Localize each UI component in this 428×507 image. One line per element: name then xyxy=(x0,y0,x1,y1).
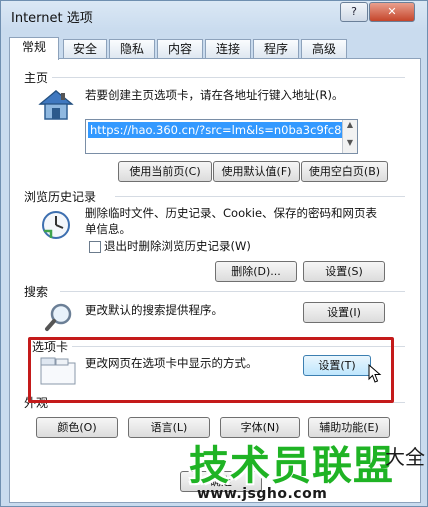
delete-on-exit-label: 退出时删除浏览历史记录(W) xyxy=(104,239,251,253)
search-divider xyxy=(60,291,405,292)
watermark-suffix: 大全 xyxy=(385,445,425,469)
window-title: Internet 选项 xyxy=(11,11,93,26)
home-section-title: 主页 xyxy=(24,69,53,86)
close-button[interactable]: ✕ xyxy=(369,2,415,22)
magnifier-icon xyxy=(45,303,72,331)
watermark-brand: 技术员联盟 xyxy=(189,443,394,489)
house-icon xyxy=(38,90,74,120)
tab-content[interactable]: 内容 xyxy=(157,39,203,59)
history-divider xyxy=(115,196,405,197)
internet-options-dialog: Internet 选项 ? ✕ 常规 安全 隐私 内容 连接 程序 高级 主页 … xyxy=(0,0,428,507)
title-bar: Internet 选项 ? ✕ xyxy=(1,1,427,31)
history-settings-button[interactable]: 设置(S) xyxy=(303,261,385,282)
delete-on-exit-checkbox[interactable] xyxy=(89,241,101,253)
home-description: 若要创建主页选项卡，请在各地址行键入地址(R)。 xyxy=(85,88,344,102)
history-clock-icon xyxy=(42,211,70,239)
home-url-scrollbar[interactable]: ▲ ▼ xyxy=(342,120,357,153)
use-current-button[interactable]: 使用当前页(C) xyxy=(118,161,212,182)
tab-programs[interactable]: 程序 xyxy=(253,39,299,59)
use-blank-button[interactable]: 使用空白页(B) xyxy=(301,161,388,182)
help-button[interactable]: ? xyxy=(340,2,368,22)
history-description: 删除临时文件、历史记录、Cookie、保存的密码和网页表单信息。 xyxy=(85,206,378,236)
search-section-title: 搜索 xyxy=(24,283,53,300)
home-url-box[interactable]: https://hao.360.cn/?src=lm&ls=n0ba3c9fc8… xyxy=(85,119,358,154)
history-section-title: 浏览历史记录 xyxy=(24,188,101,205)
home-url-input[interactable]: https://hao.360.cn/?src=lm&ls=n0ba3c9fc8… xyxy=(88,122,351,138)
home-divider xyxy=(50,77,405,78)
use-default-button[interactable]: 使用默认值(F) xyxy=(213,161,300,182)
tab-privacy[interactable]: 隐私 xyxy=(109,39,155,59)
watermark-url: www.jsgho.com xyxy=(197,486,328,502)
colors-button[interactable]: 颜色(O) xyxy=(36,417,118,438)
search-settings-button[interactable]: 设置(I) xyxy=(303,302,385,323)
tab-security[interactable]: 安全 xyxy=(63,39,107,59)
tab-general[interactable]: 常规 xyxy=(9,37,59,60)
search-description: 更改默认的搜索提供程序。 xyxy=(85,303,223,317)
tabs-highlight-box xyxy=(28,337,394,403)
tab-advanced[interactable]: 高级 xyxy=(301,39,347,59)
tab-connections[interactable]: 连接 xyxy=(205,39,251,59)
history-delete-button[interactable]: 删除(D)... xyxy=(215,261,297,282)
